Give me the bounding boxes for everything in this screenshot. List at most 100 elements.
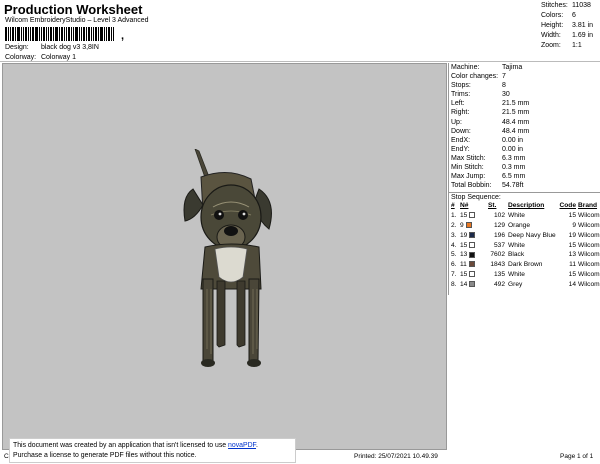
machine-info-label: Color changes: [451,73,499,81]
machine-info-value: 8 [502,82,506,90]
stitch-count: 492 [493,280,505,288]
design-stats-panel: Stitches: 11038 Colors: 6 Height: 3.81 in Widt… [541,1,599,51]
barcode-bar [79,27,80,41]
thread-code: 9 [572,221,576,229]
thread-code: 19 [568,231,576,239]
notice-suffix: . [256,442,258,449]
barcode-bar [8,27,9,41]
needle-number: 11 [460,261,467,269]
thread-code: 13 [568,251,576,259]
machine-info-label: EndY: [451,145,470,153]
machine-info-value: 21.5 mm [502,100,530,108]
colorway-value: Colorway 1 [40,54,76,61]
machine-info-value: 6.5 mm [502,173,526,181]
machine-info-label: Max Jump: [451,173,486,181]
needle-number: 15 [460,241,468,249]
barcode-bar [104,27,105,41]
machine-info-value: Tajima [502,64,523,71]
color-swatch-icon [469,241,476,248]
needle-number: 13 [460,251,468,259]
stat-label: Colors: [541,12,564,19]
barcode-bar [12,27,14,41]
stop-number: 3. [451,231,457,239]
barcode-bar [93,27,94,41]
col-header-num: # [451,202,455,210]
barcode-bar [61,27,63,41]
barcode-bar [86,27,87,41]
stat-row: Stitches: 11038 [541,1,599,11]
stop-sequence-row: 2. 9 129 Orange 9 Wilcom [451,221,600,231]
machine-info-label: Right: [451,109,470,117]
stat-row: Height: 3.81 in [541,21,599,31]
stop-number: 8. [451,280,457,288]
barcode-bar [28,27,29,41]
needle-number: 19 [460,231,468,239]
machine-info-label: Left: [451,100,465,108]
stop-number: 6. [451,261,457,269]
machine-info-row: Up: 48.4 mm [449,118,600,127]
stop-sequence-row: 4. 15 537 White 15 Wilcom [451,241,600,251]
needle-cell: 11 [460,260,488,270]
design-preview-canvas [2,63,447,450]
needle-cell: 9 [460,221,488,231]
barcode-bar [30,27,31,41]
colorway-row: Colorway: Colorway 1 [5,54,76,61]
barcode-bar [59,27,60,41]
thread-brand: Wilcom [578,221,600,229]
stop-sequence-header-row: # N# St. Description Code Brand [451,201,600,211]
stat-row: Width: 1.69 in [541,31,599,41]
machine-info-row: Color changes: 7 [449,72,600,81]
machine-info-label: Trims: [451,91,471,99]
stat-value: 3.81 in [572,22,594,29]
barcode-bar [83,27,85,41]
stop-sequence-row: 8. 14 492 Grey 14 Wilcom [451,280,600,290]
thread-code: 11 [569,261,576,269]
novapdf-link[interactable]: novaPDF [228,442,256,449]
design-value: black dog v3 3,8IN [40,44,99,51]
thread-code: 15 [568,270,576,278]
machine-info-row: EndY: 0.00 in [449,145,600,154]
machine-info-value: 7 [502,73,506,81]
color-swatch-icon [469,271,476,278]
colorway-label: Colorway: [5,54,37,61]
barcode-bar [55,27,58,41]
stat-label: Stitches: [541,2,568,9]
stat-label: Width: [541,32,561,39]
thread-brand: Wilcom [578,251,600,259]
barcode-bar [23,27,24,41]
stitch-count: 135 [493,270,505,278]
machine-info-row: Trims: 30 [449,90,600,99]
barcode-bar [35,27,38,41]
barcode-bar [15,27,16,41]
barcode-bar [64,27,65,41]
machine-info-value: 48.4 mm [502,127,530,135]
stat-row: Colors: 6 [541,11,599,21]
barcode-bar [95,27,97,41]
machine-info-row: Down: 48.4 mm [449,127,600,136]
machine-info-value: 6.3 mm [502,154,526,162]
thread-description: White [508,241,525,249]
barcode-bar [111,27,112,41]
col-header-brand: Brand [578,202,598,210]
machine-info-label: Up: [451,118,462,126]
stop-sequence-table: # N# St. Description Code Brand 1. 15 102… [451,201,600,289]
barcode-bar [98,27,99,41]
stitch-count: 7602 [490,251,505,259]
stop-number: 4. [451,241,457,249]
col-header-description: Description [508,202,545,210]
needle-cell: 15 [460,270,488,280]
barcode-bar [106,27,107,41]
barcode-bar [17,27,20,41]
stop-sequence-row: 5. 13 7602 Black 13 Wilcom [451,250,600,260]
thread-brand: Wilcom [578,280,600,288]
stop-number: 1. [451,212,457,220]
machine-info-label: EndX: [451,136,471,144]
machine-info-label: Total Bobbin: [451,182,492,190]
stitch-count: 537 [493,241,505,249]
needle-cell: 14 [460,280,488,290]
barcode-bar [113,27,114,41]
machine-info-value: 48.4 mm [502,118,530,126]
machine-info-panel: Machine: Tajima Color changes: 7 Stops: 8 Trim… [448,63,600,295]
license-notice: This document was created by an applicat… [9,438,296,463]
needle-number: 9 [460,221,464,229]
